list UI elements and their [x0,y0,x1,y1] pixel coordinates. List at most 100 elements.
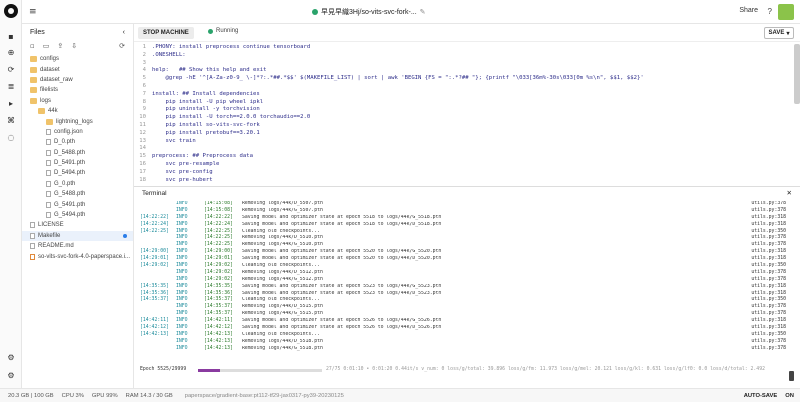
folder-item[interactable]: configs [22,54,133,64]
log-level: INFO [176,345,188,351]
file-item[interactable]: so-vits-svc-fork-4.0-paperspace.i... [22,251,133,261]
notebook-title[interactable]: 早見早織3Hj/so-vits-svc-fork-... ✎ [312,7,426,17]
code-line[interactable]: 17 svc pre-config [134,169,794,177]
folder-icon [30,87,37,94]
file-icon [46,170,51,177]
jupyter-icon[interactable]: ◌ [6,132,16,142]
folder-item[interactable]: dataset_raw [22,75,133,85]
folder-item[interactable]: dataset [22,64,133,74]
code-line[interactable]: 18 svc pre-hubert [134,177,794,184]
log-message: Saving model and optimizer state at epoc… [242,256,442,262]
code-line[interactable]: 4 help: ## Show this help and exit [134,67,794,75]
terminal-line: INFO [14:22:25] Removing logs/44k/G_5510.p… [140,242,786,249]
line-number: 13 [139,137,146,144]
extensions-icon[interactable]: ⚙ [6,352,16,362]
editor-scrollbar[interactable] [794,44,800,104]
code-line[interactable]: 8 pip install -U pip wheel ipkl [134,99,794,107]
edit-icon[interactable]: ✎ [420,8,426,16]
log-message: Removing logs/44k/D_5507.pth [242,201,323,206]
code-line[interactable]: 3 [134,60,794,68]
log-level: INFO [176,331,188,337]
file-item[interactable]: config.json [22,127,133,137]
code-line[interactable]: 9 pip uninstall -y torchvision [134,106,794,114]
folder-icon[interactable]: ▪ [6,31,16,41]
log-message: Saving model and optimizer state at epoc… [242,325,442,331]
file-item[interactable]: Makefile [22,230,133,242]
log-message: Removing logs/44k/G_5510.pth [242,242,323,248]
terminal-line: [14:29:02] INFO [14:29:02] Cleaning old che… [140,263,786,270]
code-line[interactable]: 1 .PHONY: install preprocess continue ten… [134,44,794,52]
file-item[interactable]: D_5494.pth [22,168,133,178]
file-icon [46,191,51,198]
file-item[interactable]: README.md [22,241,133,251]
folder-item[interactable]: 44k [22,106,133,116]
file-item[interactable]: G_5488.pth [22,189,133,199]
gpu-indicator: GPU 99% [91,392,118,399]
folder-item[interactable]: lightning_logs [22,116,133,126]
autosave-toggle[interactable]: ON [785,393,794,399]
code-line[interactable]: 10 pip install -U torch==2.0.0 torchaudi… [134,114,794,122]
log-message: Saving model and optimizer state at epoc… [242,283,442,289]
code-line[interactable]: 5 @grep -hE '^[A-Za-z0-9_ \-]*?:.*##.*$$… [134,75,794,83]
menu-icon[interactable]: ≡ [29,7,37,17]
download-icon[interactable]: ⇩ [71,42,77,50]
file-item[interactable]: D_0.pth [22,137,133,147]
log-message: Saving model and optimizer state at epoc… [242,318,442,324]
refresh-icon[interactable]: ⟳ [6,64,16,74]
log-message: Removing logs/44k/G_5515.pth [242,311,323,317]
chevron-down-icon[interactable]: ▾ [786,30,789,37]
tree-item-label: G_0.pth [54,180,76,187]
code-line[interactable]: 16 svc pre-resample [134,161,794,169]
code-line[interactable]: 7 install: ## Install dependencies [134,91,794,99]
vscode-icon[interactable]: ⌘ [6,115,16,125]
log-timestamp [140,208,176,215]
code-line[interactable]: 12 pip install pretobuf==3.20.1 [134,130,794,138]
tree-item-label: G_5488.pth [54,191,86,198]
stack-icon[interactable]: ≣ [6,81,16,91]
upload-icon[interactable]: ⇪ [57,42,63,50]
paperspace-logo-icon[interactable] [4,4,18,18]
log-timestamp [140,277,176,284]
file-item[interactable]: LICENSE [22,220,133,230]
progress-label: Epoch 5525/29999 [140,367,187,372]
new-file-icon[interactable]: ▫ [30,42,35,50]
file-browser: Files ‹ ▫ ▭ ⇪ ⇩ ⟳ configs dataset dataset_… [22,24,134,388]
help-icon[interactable]: ? [768,7,772,16]
log-source: utils.py:378 [751,276,786,282]
globe-icon[interactable]: ⊕ [6,47,16,57]
save-button[interactable]: SAVE ▾ [764,27,794,39]
code-line[interactable]: 11 pip install so-vits-svc-fork [134,122,794,130]
code-line[interactable]: 14 [134,145,794,153]
share-button[interactable]: Share [739,7,758,14]
close-terminal-icon[interactable]: ✕ [787,189,792,197]
stop-machine-button[interactable]: STOP MACHINE [138,27,194,39]
folder-item[interactable]: filelists [22,85,133,95]
folder-item[interactable]: logs [22,96,133,106]
refresh-files-icon[interactable]: ⟳ [119,42,125,50]
code-line[interactable]: 15 preprocess: ## Preprocess data [134,153,794,161]
file-item[interactable]: G_0.pth [22,179,133,189]
log-message: Saving model and optimizer state at epoc… [242,214,442,220]
file-item[interactable]: G_5494.pth [22,210,133,220]
new-folder-icon[interactable]: ▭ [43,42,50,50]
log-timestamp: [14:22:25] [140,228,169,234]
file-item[interactable]: D_5491.pth [22,158,133,168]
notebook-title-text[interactable]: 早見早織3Hj/so-vits-svc-fork-... [321,7,417,17]
avatar[interactable] [778,4,794,20]
file-item[interactable]: D_5488.pth [22,148,133,158]
folder-icon [38,108,45,115]
settings-icon[interactable]: ⚙ [6,370,16,380]
code-editor[interactable]: 1 .PHONY: install preprocess continue ten… [134,44,794,184]
code-line[interactable]: 13 svc train [134,138,794,146]
tree-item-label: dataset_raw [40,76,73,83]
log-level: INFO [176,276,188,282]
file-item[interactable]: G_5491.pth [22,199,133,209]
terminal-output[interactable]: INFO [14:15:08] Removing logs/44k/D_5507.p… [140,201,786,367]
code-line[interactable]: 2 .ONESHELL: [134,52,794,60]
terminal-icon[interactable]: ▸ [6,98,16,108]
terminal-scrollbar[interactable] [789,371,794,381]
collapse-panel-icon[interactable]: ‹ [123,29,125,36]
log-source: utils.py:318 [751,325,786,331]
code-text: .PHONY: install preprocess continue tens… [152,44,311,50]
code-line[interactable]: 6 [134,83,794,91]
